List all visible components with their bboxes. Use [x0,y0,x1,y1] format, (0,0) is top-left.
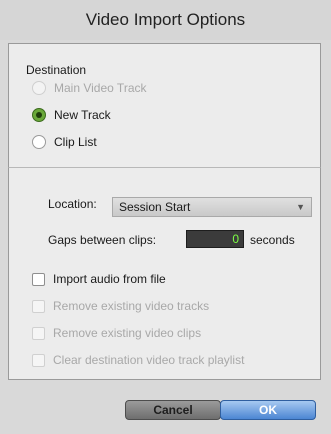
checkbox-clear-playlist[interactable]: Clear destination video track playlist [32,353,244,367]
radio-label: Clip List [54,135,97,149]
radio-label: Main Video Track [54,81,147,95]
checkbox[interactable] [32,353,45,367]
radio-button[interactable] [32,81,46,95]
checkbox-import-audio[interactable]: Import audio from file [32,272,166,286]
location-label: Location: [48,197,97,211]
radio-label: New Track [54,108,111,122]
radio-button-selected[interactable] [32,108,46,122]
location-value: Session Start [119,200,191,214]
dialog-title: Video Import Options [0,0,331,40]
checkbox-label: Import audio from file [53,272,166,286]
cancel-button[interactable]: Cancel [125,400,221,420]
chevron-down-icon: ▼ [296,202,305,212]
gaps-label: Gaps between clips: [48,233,157,247]
checkbox-label: Remove existing video tracks [53,299,210,313]
radio-new-track[interactable]: New Track [32,108,111,122]
gaps-input[interactable]: 0 [186,230,244,248]
checkbox[interactable] [32,299,45,313]
ok-button[interactable]: OK [220,400,316,420]
location-dropdown[interactable]: Session Start ▼ [112,197,312,217]
destination-label: Destination [26,63,87,77]
checkbox-label: Clear destination video track playlist [53,353,245,367]
checkbox-remove-video-clips[interactable]: Remove existing video clips [32,326,201,340]
radio-main-video-track[interactable]: Main Video Track [32,81,147,95]
checkbox-remove-video-tracks[interactable]: Remove existing video tracks [32,299,209,313]
checkbox[interactable] [32,326,45,340]
radio-clip-list[interactable]: Clip List [32,135,97,149]
checkbox-label: Remove existing video clips [53,326,202,340]
gaps-unit: seconds [250,233,295,247]
checkbox[interactable] [32,272,45,286]
radio-button[interactable] [32,135,46,149]
